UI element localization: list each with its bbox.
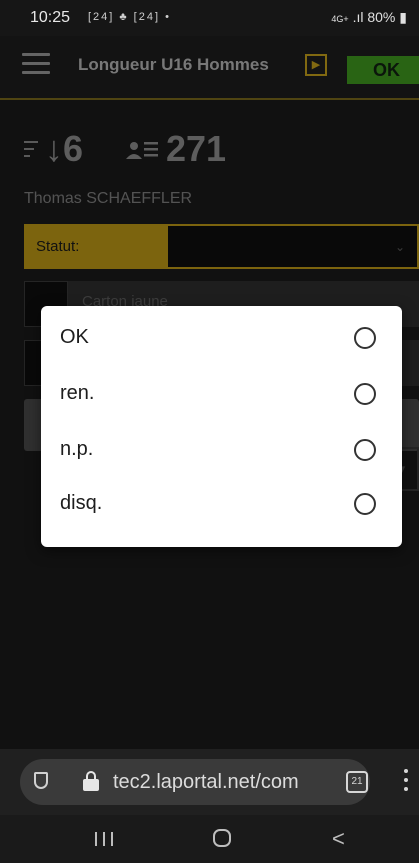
radio-icon[interactable]	[354, 493, 376, 515]
url-text[interactable]: tec2.laportal.net/com	[113, 771, 299, 794]
home-icon[interactable]	[213, 829, 231, 847]
signal-icon: 4G+	[331, 14, 349, 24]
option-np[interactable]: n.p.	[41, 420, 402, 475]
lock-icon[interactable]	[83, 771, 99, 791]
radio-icon[interactable]	[354, 327, 376, 349]
option-label: ren.	[60, 382, 95, 404]
status-bar: 10:25 [24] ♣ [24] • 4G+ .ıl 80% ▮	[0, 0, 419, 36]
battery-icon: ▮	[399, 9, 407, 25]
browser-toolbar: tec2.laportal.net/com 21	[0, 749, 419, 815]
recent-apps-icon[interactable]	[95, 832, 113, 846]
tabs-count-icon[interactable]: 21	[346, 771, 368, 793]
back-icon[interactable]: <	[332, 826, 345, 852]
radio-icon[interactable]	[354, 383, 376, 405]
signal-bars-icon: .ıl	[352, 9, 364, 25]
status-right: 4G+ .ıl 80% ▮	[331, 9, 407, 26]
more-menu-icon[interactable]	[404, 769, 410, 795]
system-nav-bar: <	[0, 815, 419, 863]
option-label: n.p.	[60, 438, 94, 460]
status-dialog: OK ren. n.p. disq.	[41, 306, 402, 547]
notification-icons: [24] ♣ [24] •	[88, 11, 171, 23]
battery-level: 80%	[367, 9, 396, 25]
option-ok[interactable]: OK	[41, 308, 402, 363]
option-label: OK	[60, 326, 89, 348]
address-bar[interactable]: tec2.laportal.net/com	[20, 759, 370, 805]
option-label: disq.	[60, 492, 103, 514]
status-time: 10:25	[30, 9, 71, 26]
option-disq[interactable]: disq.	[41, 474, 402, 529]
option-ren[interactable]: ren.	[41, 364, 402, 419]
radio-icon[interactable]	[354, 439, 376, 461]
shield-icon[interactable]	[34, 772, 48, 789]
